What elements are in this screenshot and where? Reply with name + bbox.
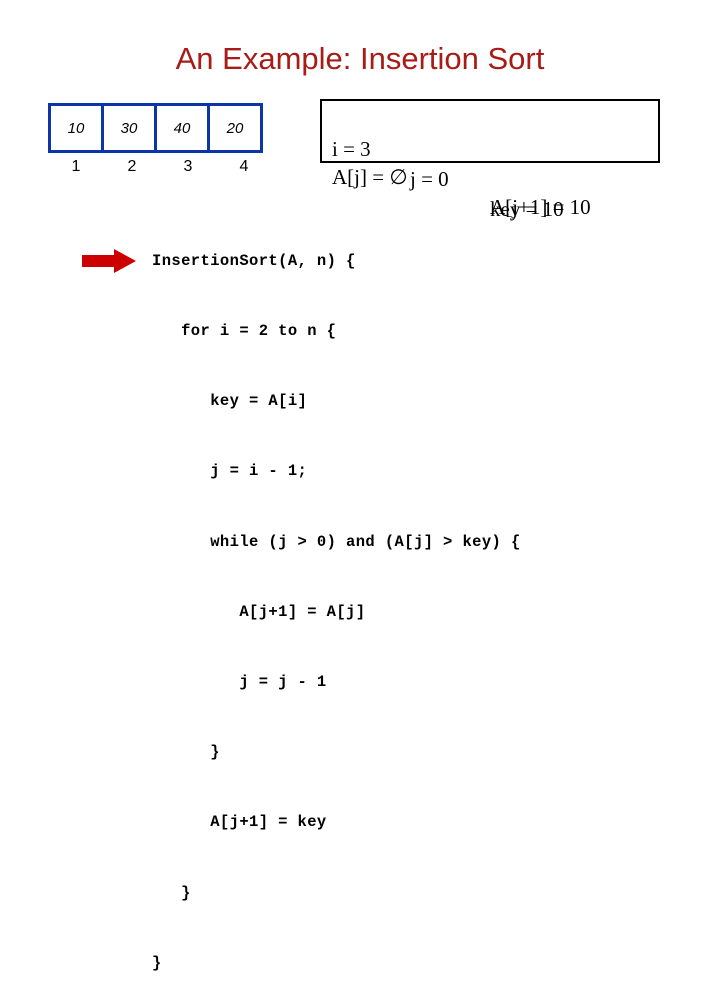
code-line: j = j - 1: [152, 673, 327, 692]
array-cell-1[interactable]: 10: [48, 103, 104, 153]
page-title: An Example: Insertion Sort: [175, 41, 545, 76]
code-line: for i = 2 to n {: [152, 322, 337, 341]
array-cell-4[interactable]: 20: [207, 103, 263, 153]
code-line: A[j+1] = key: [152, 813, 327, 832]
status-line-variables: i = 3 j = 0 key = 10: [322, 104, 658, 221]
array-index-2: 2: [127, 158, 137, 175]
code-line: while (j > 0) and (A[j] > key) {: [152, 532, 521, 551]
code-line: j = i - 1;: [152, 462, 308, 481]
array-index-3: 3: [183, 158, 193, 175]
code-line: A[j+1] = A[j]: [152, 602, 366, 621]
array-index-row: 1 2 3 4: [48, 158, 272, 176]
code-line: }: [152, 953, 162, 972]
variable-status-box: i = 3 j = 0 key = 10 A[j] = ∅ A[j+1] = 1…: [320, 99, 660, 221]
code-line: }: [152, 743, 220, 762]
status-value-j: j = 0: [410, 167, 449, 191]
array-cell-2[interactable]: 30: [101, 103, 157, 153]
code-line: key = A[i]: [152, 392, 308, 411]
code-line: InsertionSort(A, n) {: [152, 251, 356, 270]
pseudocode-block: InsertionSort(A, n) { for i = 2 to n { k…: [152, 203, 521, 999]
array-index-1: 1: [71, 158, 81, 175]
array-index-4: 4: [239, 158, 249, 175]
right-arrow-icon: [82, 249, 136, 273]
table-row: 10 30 40 20: [48, 103, 263, 153]
status-line-array-refs: A[j] = ∅ A[j+1] = 10: [322, 132, 658, 219]
array-cell-3[interactable]: 40: [154, 103, 210, 153]
status-value-a-j: A[j] = ∅: [332, 165, 408, 189]
array-table: 10 30 40 20: [48, 103, 263, 153]
code-line: }: [152, 883, 191, 902]
